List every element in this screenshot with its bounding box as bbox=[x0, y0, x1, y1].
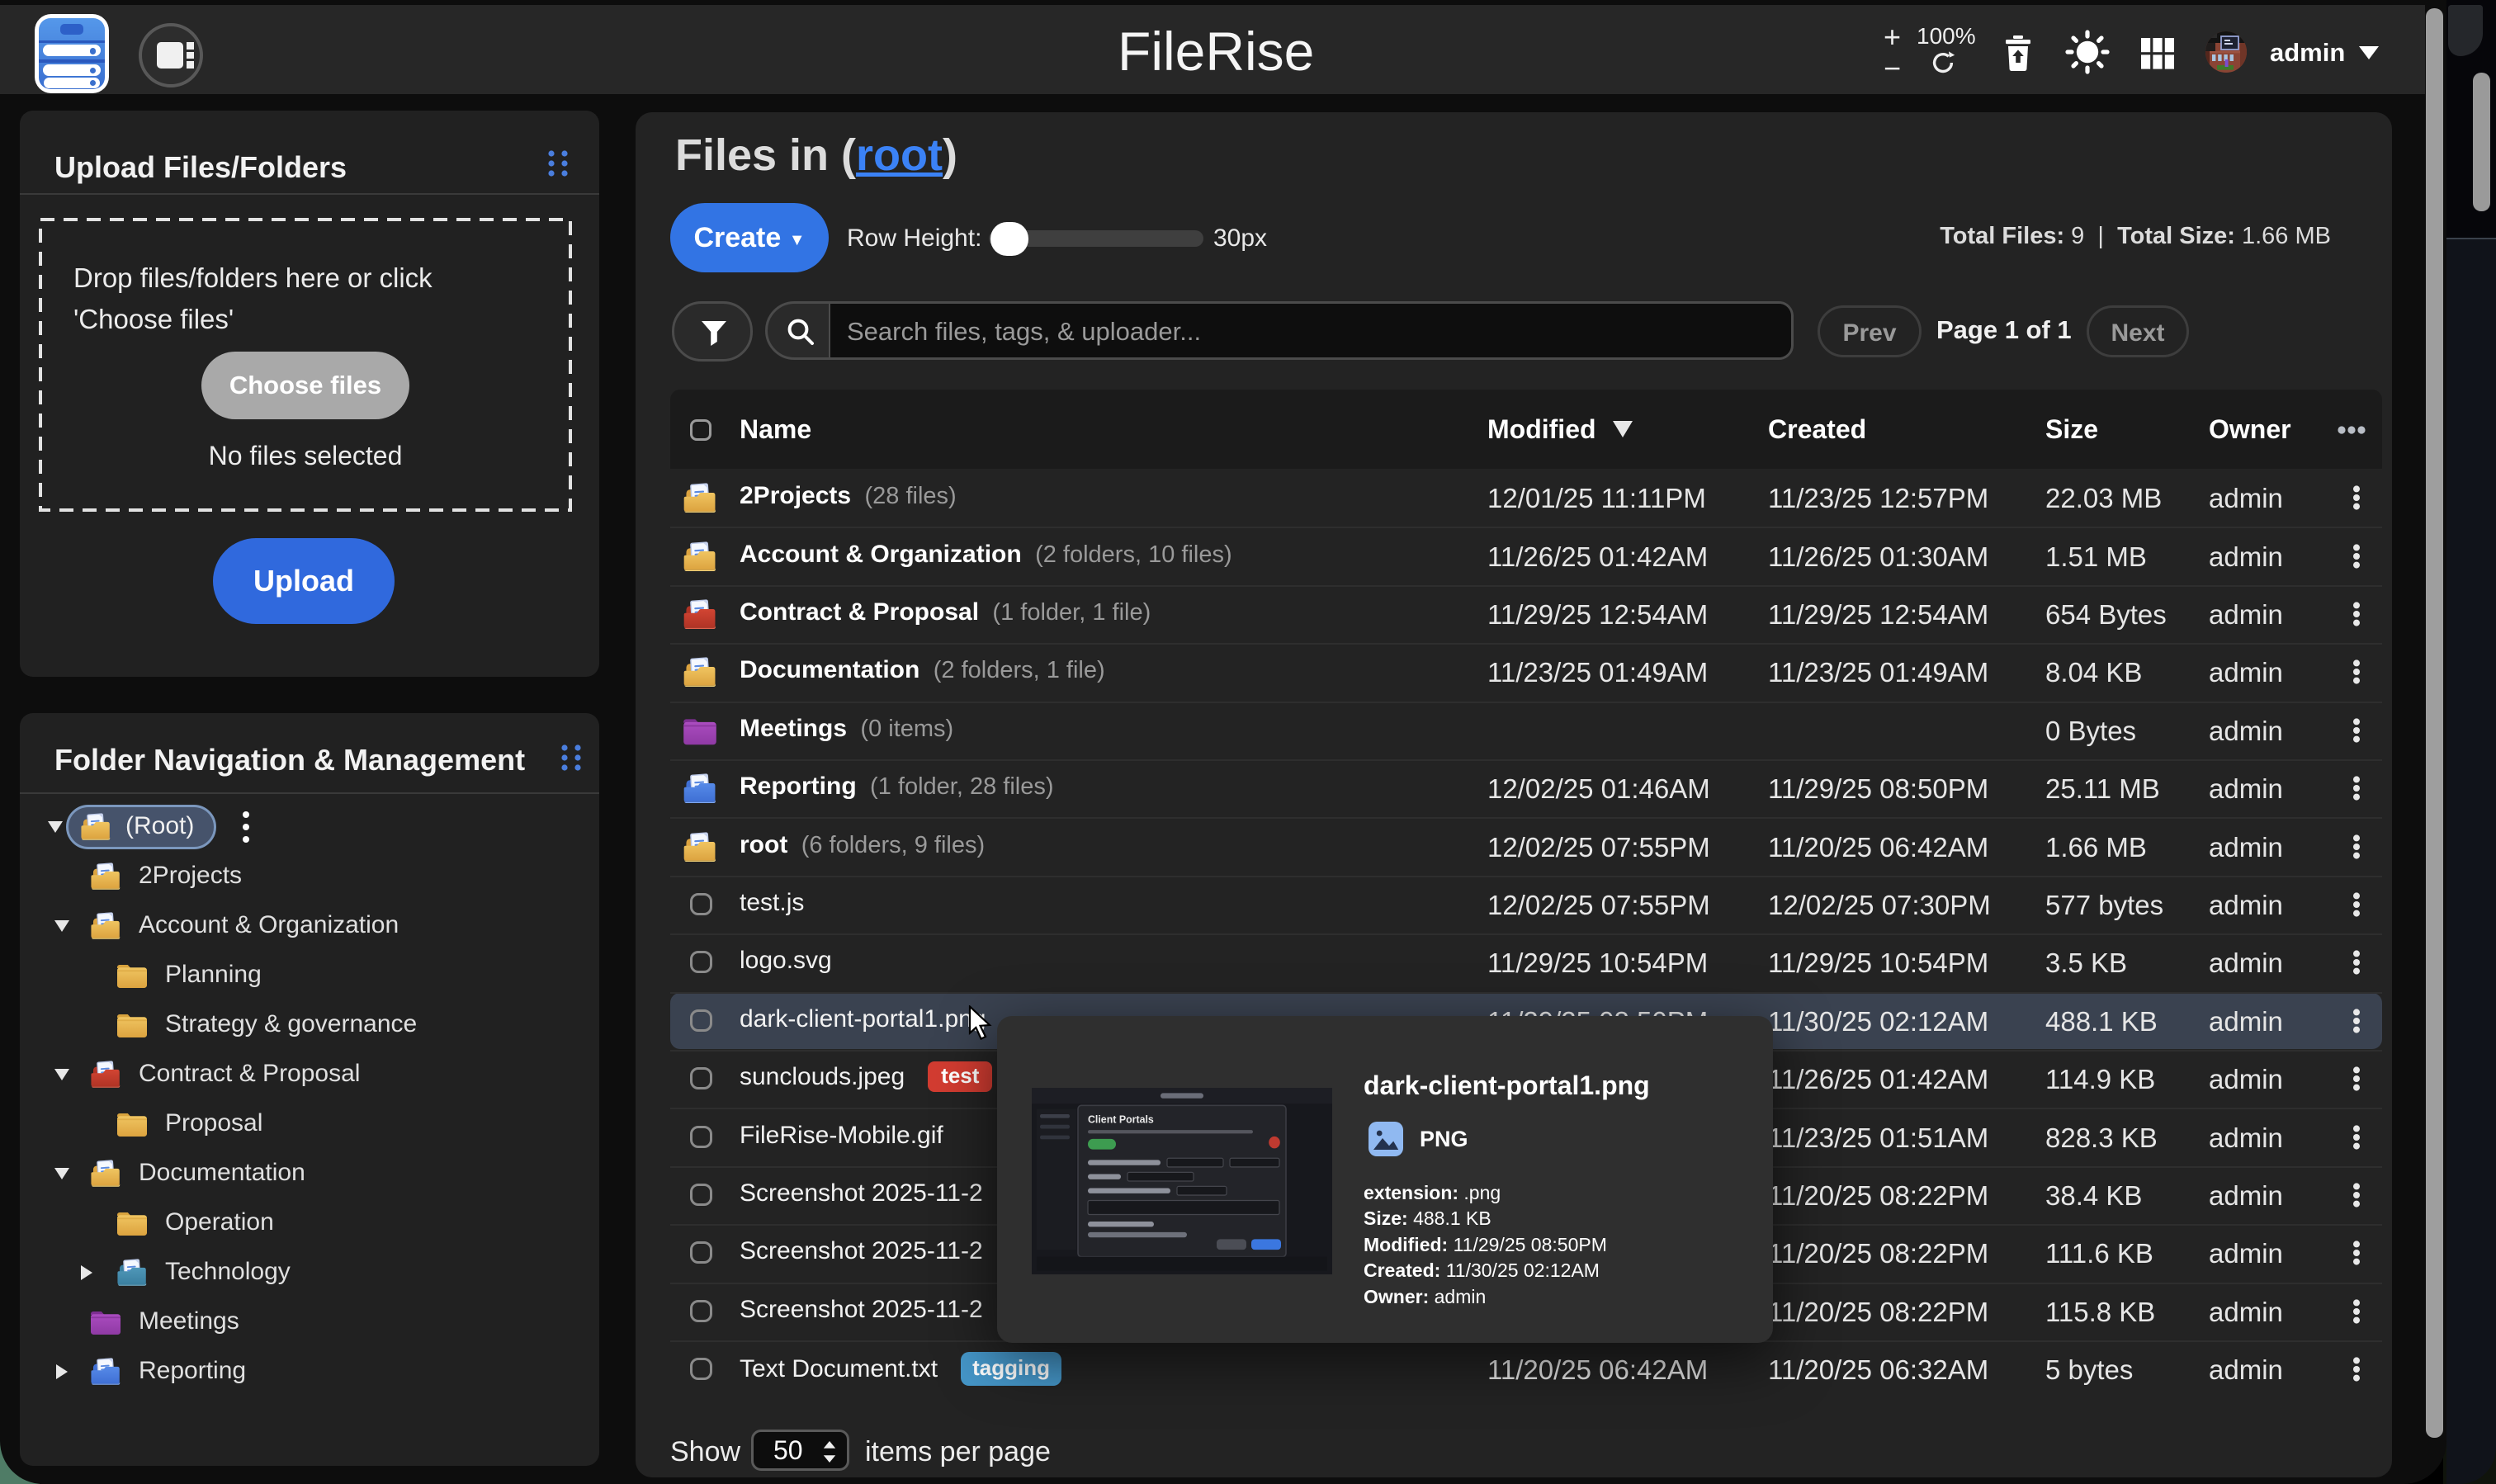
svg-text:Client Portals: Client Portals bbox=[1088, 1113, 1154, 1125]
